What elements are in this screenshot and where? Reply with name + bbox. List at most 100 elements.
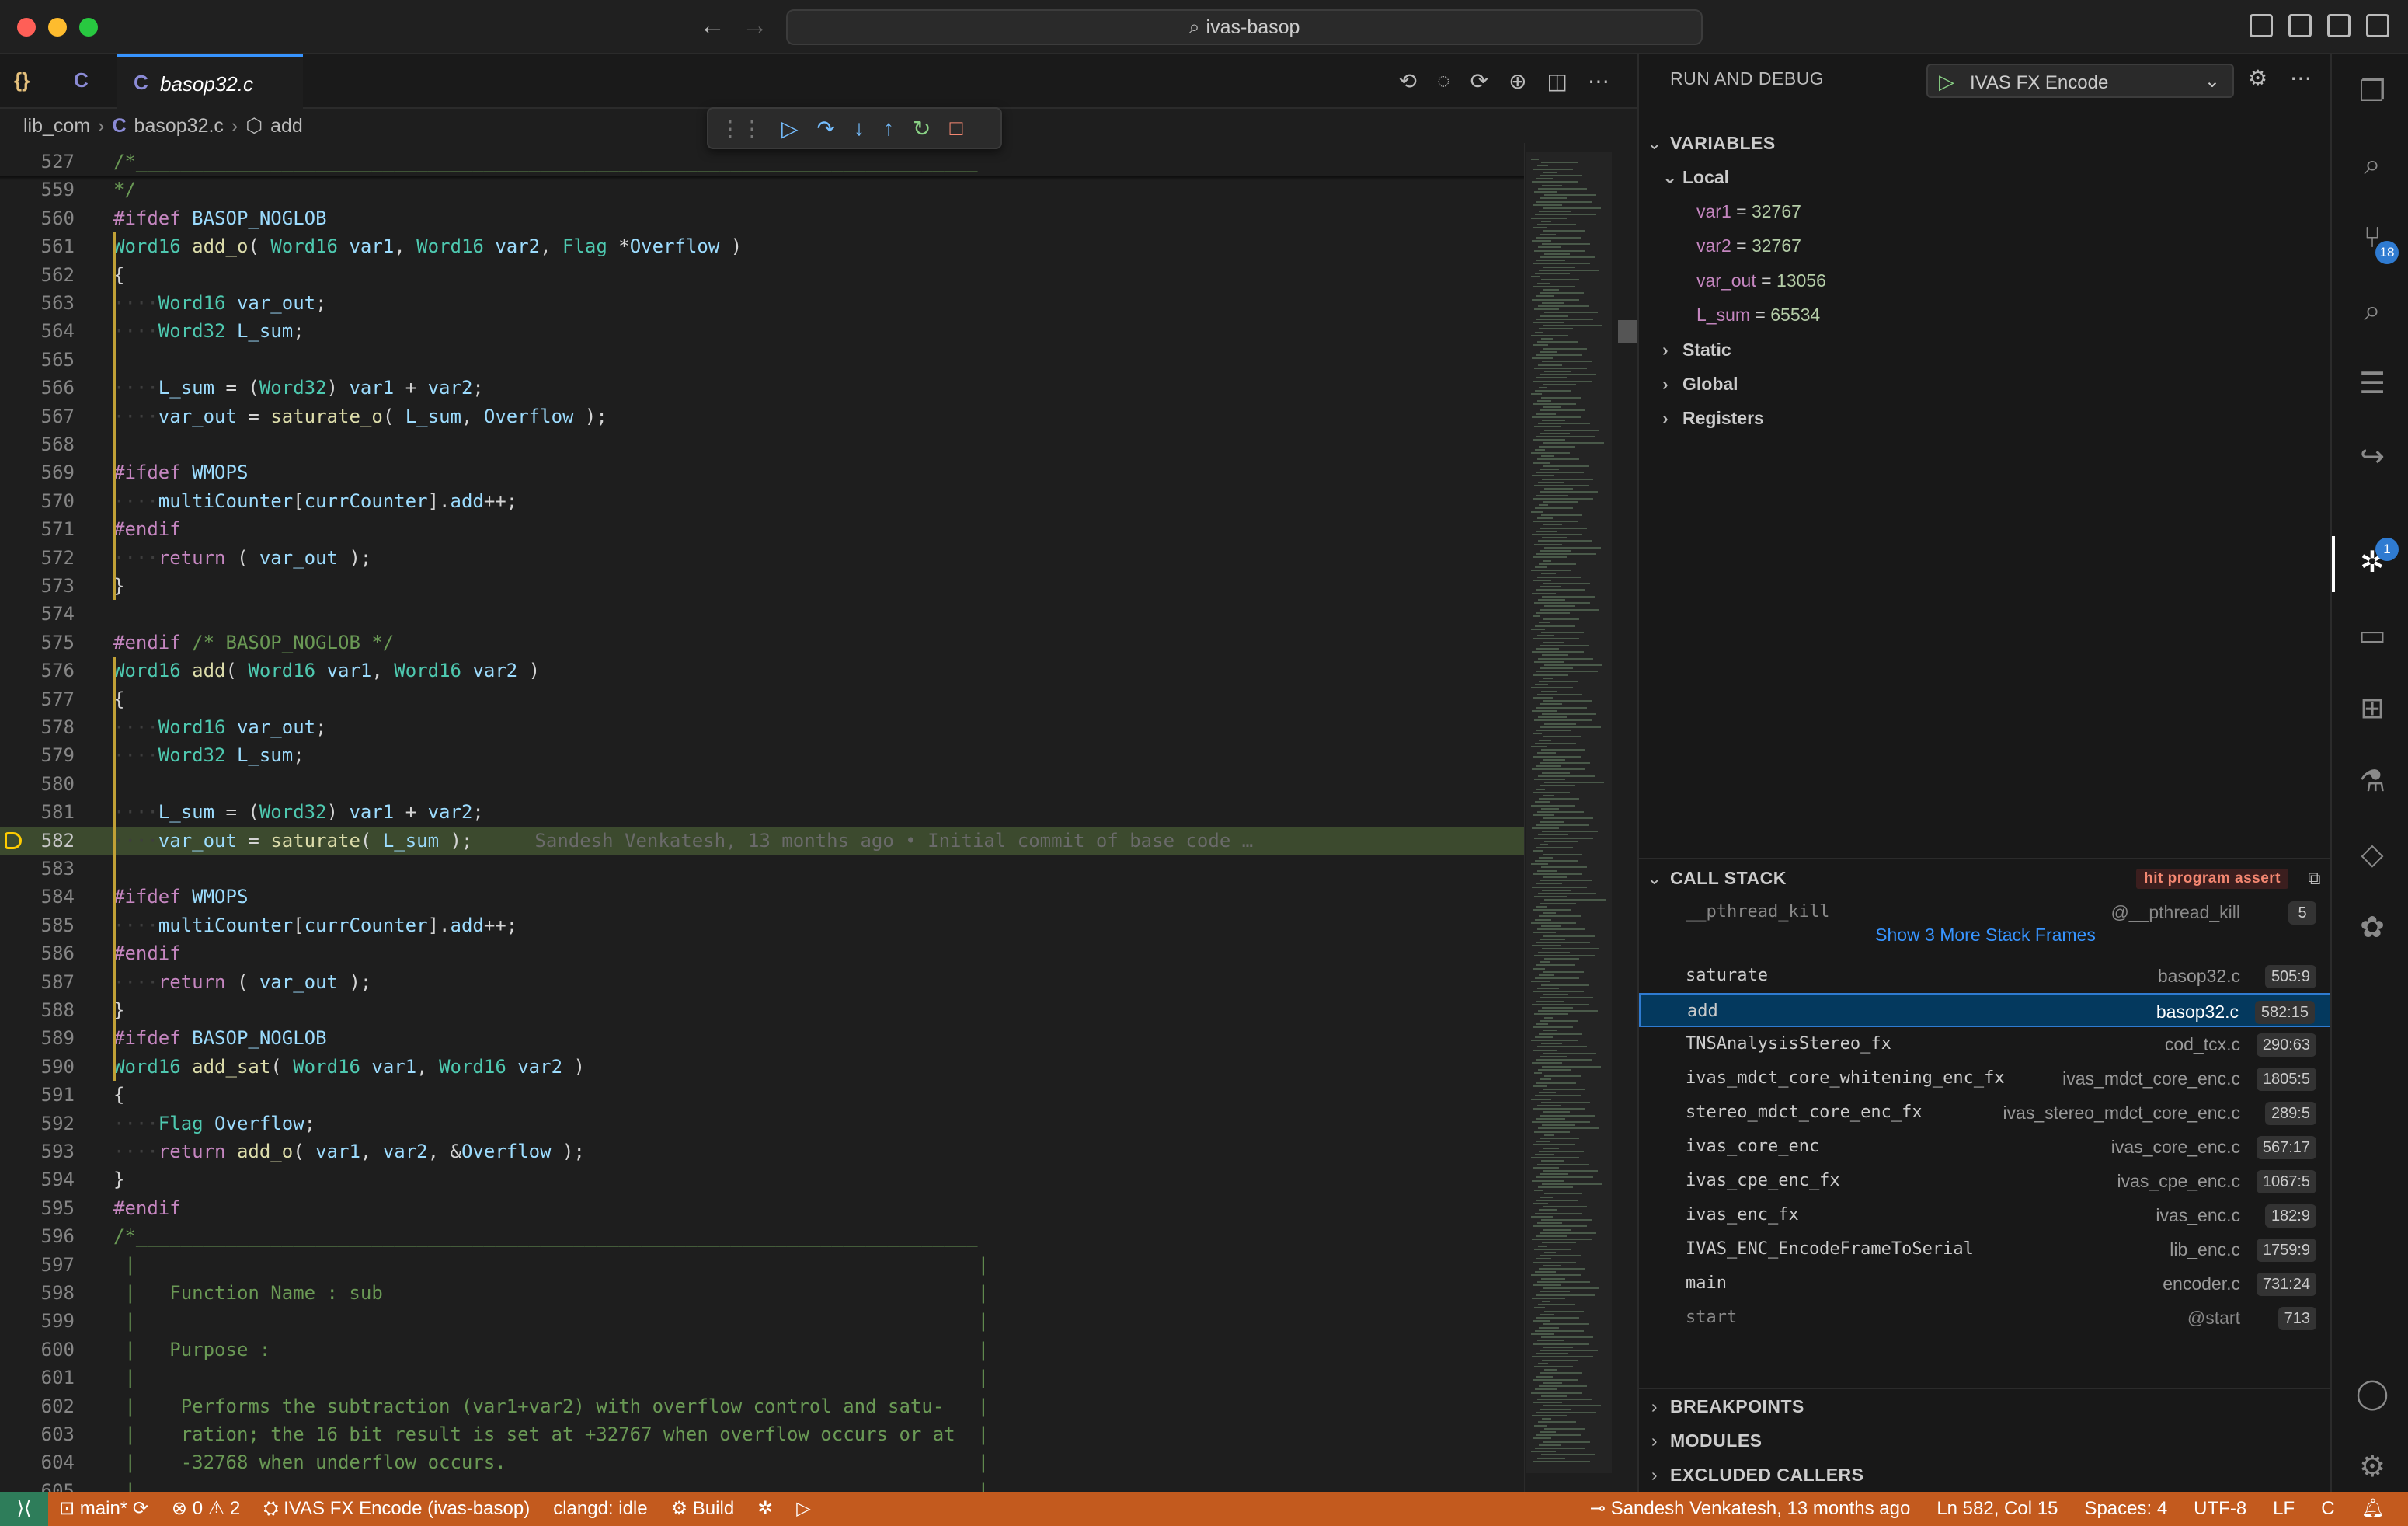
code-line[interactable]: 586 #endif xyxy=(0,939,1524,967)
stack-frame[interactable]: ivas_cpe_enc_fx ivas_cpe_enc.c 1067:5 xyxy=(1639,1164,2332,1198)
launch-status[interactable]: ⛭ IVAS FX Encode (ivas-basop) xyxy=(263,1492,530,1526)
code-line[interactable]: 567 ····var_out = saturate_o( L_sum, Over… xyxy=(0,402,1524,430)
line-number[interactable]: 588 xyxy=(0,996,75,1024)
search-icon[interactable]: ⌕ xyxy=(2354,146,2391,183)
line-number[interactable]: 591 xyxy=(0,1081,75,1109)
back-arrow-icon[interactable]: ← xyxy=(699,11,726,41)
line-number[interactable]: 592 xyxy=(0,1110,75,1138)
testing-icon[interactable]: ⚗ xyxy=(2354,763,2391,800)
code-line[interactable]: 564 ····Word32 L_sum; xyxy=(0,317,1524,345)
code-line[interactable]: 563 ····Word16 var_out; xyxy=(0,289,1524,317)
forward-arrow-icon[interactable]: → xyxy=(742,11,768,41)
line-number[interactable]: 603 xyxy=(0,1420,75,1448)
code-line[interactable]: 598 | Function Name : sub | xyxy=(0,1279,1524,1307)
restart-icon[interactable]: ↻ xyxy=(913,116,931,141)
line-number[interactable]: 579 xyxy=(0,741,75,769)
code-line[interactable]: 570 ····multiCounter[currCounter].add++; xyxy=(0,487,1524,515)
line-number[interactable]: 602 xyxy=(0,1392,75,1420)
breadcrumb-file[interactable]: basop32.c xyxy=(134,115,224,137)
toggle-panel-icon[interactable] xyxy=(2327,14,2351,37)
code-line[interactable]: 585 ····multiCounter[currCounter].add++; xyxy=(0,911,1524,939)
step-into-icon[interactable]: ↓ xyxy=(854,116,865,141)
code-line[interactable]: 581 ····L_sum = (Word32) var1 + var2; xyxy=(0,798,1524,826)
line-number[interactable]: 600 xyxy=(0,1336,75,1364)
line-number[interactable]: 604 xyxy=(0,1448,75,1476)
code-line[interactable]: 582 ····var_out = saturate( L_sum ); Sande… xyxy=(0,826,1524,855)
scope-registers[interactable]: › Registers xyxy=(1639,401,2332,435)
close-window-button[interactable] xyxy=(17,18,36,37)
code-line[interactable]: 604 | -32768 when underflow occurs. | xyxy=(0,1448,1524,1476)
code-line[interactable]: 561 Word16 add_o( Word16 var1, Word16 var… xyxy=(0,232,1524,260)
code-line[interactable]: 588} xyxy=(0,996,1524,1024)
line-number[interactable]: 586 xyxy=(0,939,75,967)
remote-indicator-icon[interactable]: ⟩⟨ xyxy=(0,1492,48,1526)
line-number[interactable]: 560 xyxy=(0,204,75,232)
problems-status[interactable]: ⊗ 0 ⚠ 2 xyxy=(172,1492,240,1526)
go-forward-change-icon[interactable]: ⟳ xyxy=(1470,68,1488,94)
line-number[interactable]: 570 xyxy=(0,487,75,515)
stack-frame[interactable]: ivas_mdct_core_whitening_enc_fx ivas_mdct… xyxy=(1639,1061,2332,1096)
scope-global[interactable]: › Global xyxy=(1639,367,2332,401)
clangd-status[interactable]: clangd: idle xyxy=(553,1492,647,1526)
variable-row[interactable]: var1 = 32767 xyxy=(1639,194,2332,228)
code-line[interactable]: 562{ xyxy=(0,261,1524,289)
variables-section-header[interactable]: ⌄ VARIABLES xyxy=(1639,126,2332,160)
blame-status[interactable]: ⊸ Sandesh Venkatesh, 13 months ago xyxy=(1590,1492,1910,1526)
code-line[interactable]: 602 | Performs the subtraction (var1+var… xyxy=(0,1392,1524,1420)
tab-json-file[interactable]: {} xyxy=(14,68,30,92)
excluded-callers-section-header[interactable]: › EXCLUDED CALLERS xyxy=(1639,1458,2332,1492)
code-line[interactable]: 599 | | xyxy=(0,1307,1524,1335)
line-number[interactable]: 574 xyxy=(0,600,75,628)
code-line[interactable]: 560 #ifdef BASOP_NOGLOB xyxy=(0,204,1524,232)
git-change-marker[interactable] xyxy=(113,657,116,1082)
line-number[interactable]: 590 xyxy=(0,1053,75,1081)
code-line[interactable]: 569 #ifdef WMOPS xyxy=(0,458,1524,486)
command-center-search[interactable]: ⌕ ivas-basop xyxy=(786,9,1703,45)
customize-layout-icon[interactable] xyxy=(2250,14,2273,37)
remote-explorer-icon[interactable]: ▭ xyxy=(2354,617,2391,654)
code-line[interactable]: 597 | | xyxy=(0,1251,1524,1279)
code-line[interactable]: 600 | Purpose : | xyxy=(0,1336,1524,1364)
line-number[interactable]: 562 xyxy=(0,261,75,289)
gear-icon[interactable]: ⚙ xyxy=(2248,65,2267,91)
stack-frame[interactable]: start @start 713 xyxy=(1639,1301,2332,1335)
code-line[interactable]: 566 ····L_sum = (Word32) var1 + var2; xyxy=(0,374,1524,402)
code-line[interactable]: 596 /*___________________________________… xyxy=(0,1222,1524,1250)
breadcrumb-symbol[interactable]: add xyxy=(270,115,303,137)
line-number[interactable]: 578 xyxy=(0,713,75,741)
outline-icon[interactable]: ☰ xyxy=(2354,365,2391,402)
step-out-icon[interactable]: ↑ xyxy=(883,116,894,141)
code-line[interactable]: 591 { xyxy=(0,1081,1524,1109)
line-number[interactable]: 572 xyxy=(0,544,75,572)
code-line[interactable]: 579 ····Word32 L_sum; xyxy=(0,741,1524,769)
stack-frame[interactable]: ivas_core_enc ivas_core_enc.c 567:17 xyxy=(1639,1130,2332,1164)
code-line[interactable]: 595 #endif xyxy=(0,1194,1524,1222)
modules-section-header[interactable]: › MODULES xyxy=(1639,1423,2332,1458)
language-mode[interactable]: C xyxy=(2321,1492,2334,1526)
line-number[interactable]: 596 xyxy=(0,1222,75,1250)
cursor-position[interactable]: Ln 582, Col 15 xyxy=(1936,1492,2058,1526)
branch-status[interactable]: ⊡ main* ⟳ xyxy=(59,1492,148,1526)
code-line[interactable]: 584 #ifdef WMOPS xyxy=(0,883,1524,911)
end-of-line[interactable]: LF xyxy=(2273,1492,2295,1526)
line-number[interactable]: 599 xyxy=(0,1307,75,1335)
breakpoints-section-header[interactable]: › BREAKPOINTS xyxy=(1639,1389,2332,1423)
code-line[interactable]: 601 | | xyxy=(0,1364,1524,1392)
more-actions-icon[interactable]: ⋯ xyxy=(2290,65,2312,91)
stack-frame[interactable]: main encoder.c 731:24 xyxy=(1639,1266,2332,1301)
line-number[interactable]: 594 xyxy=(0,1165,75,1193)
code-line[interactable]: 574 xyxy=(0,600,1524,628)
line-number[interactable]: 563 xyxy=(0,289,75,317)
gitlens-icon[interactable]: ⊕ xyxy=(1508,68,1526,94)
code-line[interactable]: 594} xyxy=(0,1165,1524,1193)
line-number[interactable]: 583 xyxy=(0,855,75,883)
git-change-marker[interactable] xyxy=(113,232,116,601)
code-line[interactable]: 580 xyxy=(0,770,1524,798)
scrollbar-thumb[interactable] xyxy=(1618,320,1637,343)
more-actions-icon[interactable]: ⋯ xyxy=(1588,68,1609,94)
stack-frame[interactable]: stereo_mdct_core_enc_fx ivas_stereo_mdct_… xyxy=(1639,1096,2332,1130)
split-editor-icon[interactable]: ◫ xyxy=(1547,68,1568,94)
run-status-icon[interactable]: ▷ xyxy=(796,1492,810,1526)
line-number[interactable]: 568 xyxy=(0,430,75,458)
variable-row[interactable]: L_sum = 65534 xyxy=(1639,298,2332,332)
